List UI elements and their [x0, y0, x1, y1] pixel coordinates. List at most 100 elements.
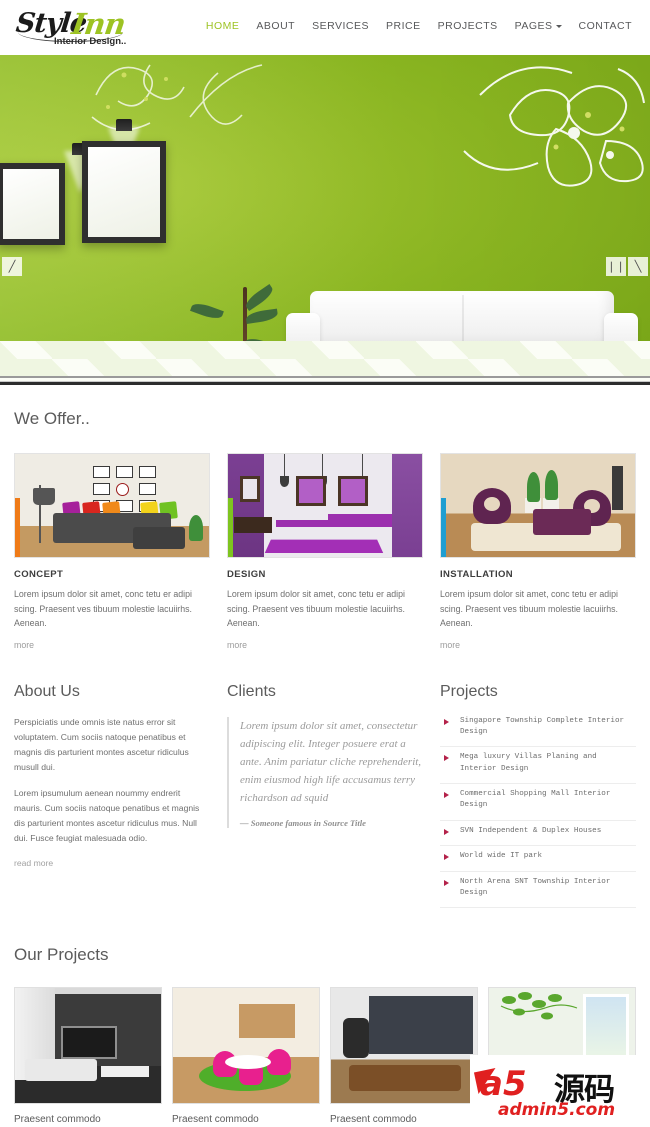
projects-list-title: Projects — [440, 682, 498, 700]
office-chair — [343, 1018, 369, 1059]
offer-text-design: Lorem ipsum dolor sit amet, conc tetu er… — [227, 589, 405, 628]
hero-bottom-border — [0, 382, 650, 385]
nav-item-price[interactable]: PRICE — [386, 20, 421, 32]
wood-wall-panel — [239, 1004, 295, 1039]
main-navigation: HOME ABOUT SERVICES PRICE PROJECTS PAGES… — [206, 20, 632, 32]
list-item[interactable]: Singapore Township Complete Interior Des… — [440, 716, 636, 748]
pendant-light — [280, 454, 289, 487]
offer-card-design: DESIGN Lorem ipsum dolor sit amet, conc … — [227, 453, 423, 653]
offer-card-installation: INSTALLATION Lorem ipsum dolor sit amet,… — [440, 453, 636, 653]
project-card-2: Praesent commodo Nullam Condimentum Nibh… — [172, 987, 320, 1127]
sofa-chaise — [133, 527, 185, 549]
projects-list: Singapore Township Complete Interior Des… — [440, 716, 636, 909]
large-window — [583, 994, 629, 1061]
offer-caption-design: DESIGN — [227, 569, 266, 580]
list-item[interactable]: Mega luxury Villas Planing and Interior … — [440, 752, 636, 785]
list-item[interactable]: Commercial Shopping Mall Interior Design — [440, 789, 636, 821]
wooden-desk — [349, 1065, 461, 1092]
about-us-paragraph-2: Lorem ipsumulum aenean noummy endrerit m… — [14, 787, 200, 843]
logo-tagline: Interior Design.. — [54, 36, 127, 47]
pendant-light — [358, 454, 367, 487]
purple-wall-left — [228, 454, 264, 557]
project-title-2: Praesent commodo — [172, 1114, 259, 1126]
watermark-domain-text: admin5.com — [498, 1100, 616, 1120]
page-root: Style Inn Interior Design.. HOME ABOUT S… — [0, 0, 650, 1127]
offer-more-link-design[interactable]: more — [227, 640, 247, 650]
clients-column: Clients Lorem ipsum dolor sit amet, cons… — [227, 683, 423, 914]
nav-item-pages[interactable]: PAGES — [515, 20, 562, 32]
list-item[interactable]: SVN Independent & Duplex Houses — [440, 826, 636, 847]
floor-checker-pattern — [0, 341, 650, 377]
slider-pause-button[interactable]: ❘❘ — [606, 257, 626, 276]
purple-ottoman — [533, 509, 591, 535]
slider-next-button[interactable]: ╲ — [628, 257, 648, 276]
grass-plant — [527, 472, 540, 502]
site-header: Style Inn Interior Design.. HOME ABOUT S… — [0, 0, 650, 55]
wall-frame-1 — [0, 163, 65, 245]
list-item[interactable]: World wide IT park — [440, 851, 636, 872]
wall-tv — [61, 1026, 117, 1060]
hero-floor — [0, 341, 650, 385]
list-item[interactable]: North Arena SNT Township Interior Design — [440, 877, 636, 909]
floor-lamp-shade — [33, 488, 55, 505]
offer-card-concept: CONCEPT Lorem ipsum dolor sit amet, conc… — [14, 453, 210, 653]
scene-office-interior — [331, 988, 477, 1104]
scene-modern-living-room — [15, 988, 161, 1104]
site-logo[interactable]: Style Inn Interior Design.. — [14, 7, 134, 49]
scene-design-bathroom — [228, 454, 422, 557]
chevron-down-icon — [555, 24, 562, 28]
project-card-1: Praesent commodo Nullam Condimentum Nibh… — [14, 987, 162, 1127]
offer-caption-installation: INSTALLATION — [440, 569, 514, 580]
speaker-tower — [612, 466, 623, 510]
project-image-2[interactable] — [172, 987, 320, 1105]
offer-text-installation: Lorem ipsum dolor sit amet, conc tetu er… — [440, 589, 618, 628]
about-us-column: About Us Perspiciatis unde omnis iste na… — [14, 683, 210, 914]
wall-frame-1-canvas — [3, 169, 59, 239]
client-testimonial: Lorem ipsum dolor sit amet, consectetur … — [227, 716, 423, 829]
office-cabinetry — [369, 996, 473, 1055]
watermark-overlay: a5 源码 admin5.com — [470, 1055, 650, 1127]
offer-more-link-concept[interactable]: more — [14, 640, 34, 650]
nav-item-about[interactable]: ABOUT — [256, 20, 295, 32]
nav-item-services[interactable]: SERVICES — [312, 20, 369, 32]
mirror — [240, 476, 260, 502]
purple-chair-left — [473, 488, 511, 524]
offer-more-link-installation[interactable]: more — [440, 640, 460, 650]
scene-concept-living-room — [15, 454, 209, 557]
spotlight-fixture-2 — [116, 119, 132, 131]
wall-art-frame — [338, 476, 368, 506]
purple-counter-upper — [328, 514, 392, 520]
wall-art-frame — [296, 476, 326, 506]
slider-prev-button[interactable]: ╱ — [2, 257, 22, 276]
client-quote-attribution: — Someone famous in Source Title — [240, 818, 366, 829]
offer-accent-bar-installation — [441, 498, 446, 557]
floral-decoration-icon — [463, 66, 645, 187]
project-title-3: Praesent commodo — [330, 1114, 417, 1126]
leaf-wall-decal-icon — [500, 992, 578, 1020]
projects-list-column: Projects Singapore Township Complete Int… — [440, 683, 636, 914]
about-us-title: About Us — [14, 682, 80, 700]
we-offer-title: We Offer.. — [14, 409, 90, 428]
client-quote-text: Lorem ipsum dolor sit amet, consectetur … — [240, 719, 422, 805]
wall-frame-2-canvas — [88, 147, 160, 237]
scene-pink-chairs-room — [173, 988, 319, 1104]
we-offer-section: We Offer.. CONCEPT Lorem ipsum dolor sit… — [14, 385, 636, 653]
purple-counter — [276, 520, 392, 527]
nav-pages-label: PAGES — [514, 20, 553, 32]
about-us-paragraph-1: Perspiciatis unde omnis iste natus error… — [14, 716, 189, 772]
we-offer-card-grid: CONCEPT Lorem ipsum dolor sit amet, conc… — [14, 453, 636, 653]
coffee-table — [101, 1066, 149, 1078]
watermark-a5-text: a5 — [480, 1064, 527, 1104]
offer-card-image-concept — [14, 453, 210, 558]
offer-accent-bar-concept — [15, 498, 20, 557]
nav-item-contact[interactable]: CONTACT — [579, 20, 632, 32]
dark-cabinet — [234, 517, 272, 533]
pendant-light — [318, 454, 327, 487]
floor-edge-line — [0, 376, 650, 378]
offer-text-concept: Lorem ipsum dolor sit amet, conc tetu er… — [14, 589, 192, 628]
project-image-1[interactable] — [14, 987, 162, 1105]
nav-item-projects[interactable]: PROJECTS — [438, 20, 498, 32]
nav-item-home[interactable]: HOME — [206, 20, 240, 32]
project-image-3[interactable] — [330, 987, 478, 1105]
about-us-read-more-link[interactable]: read more — [14, 858, 53, 868]
